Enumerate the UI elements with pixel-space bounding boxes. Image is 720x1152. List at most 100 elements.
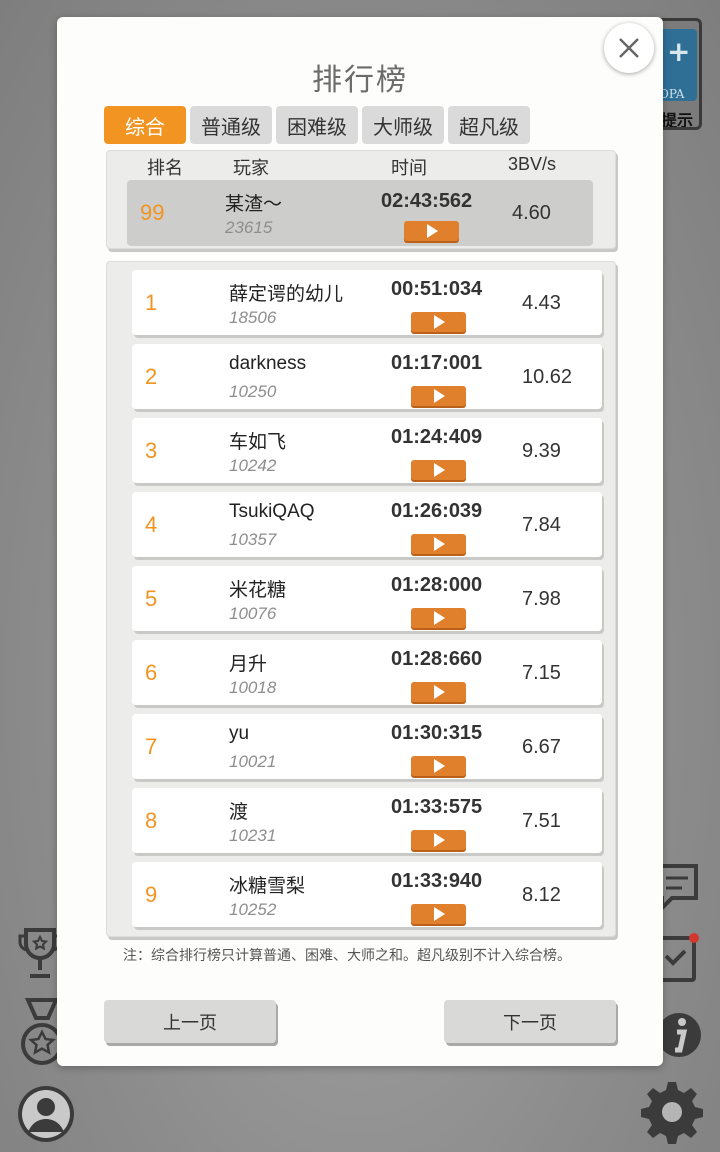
column-time: 时间 (391, 158, 427, 179)
tab-normal[interactable]: 普通级 (190, 106, 272, 144)
tab-hard[interactable]: 困难级 (276, 106, 358, 144)
player-id: 10231 (229, 826, 277, 845)
leaderboard-note: 注：综合排行榜只计算普通、困难、大师之和。超凡级别不计入综合榜。 (123, 948, 571, 964)
play-icon (434, 685, 445, 699)
close-button[interactable] (604, 23, 654, 73)
record-time: 01:33:575 (391, 796, 483, 818)
record-time: 01:26:039 (391, 500, 483, 522)
play-icon (434, 315, 445, 329)
bv-score: 7.15 (522, 662, 561, 684)
record-time: 01:33:940 (391, 870, 483, 892)
gear-icon[interactable] (640, 1080, 704, 1144)
bv-score: 7.84 (522, 514, 561, 536)
prev-page-button[interactable]: 上一页 (104, 1000, 276, 1043)
record-time: 01:17:001 (391, 352, 483, 374)
player-id: 10018 (229, 678, 277, 697)
bv-score: 7.98 (522, 588, 561, 610)
play-icon (434, 463, 445, 477)
play-icon (434, 907, 445, 921)
column-player: 玩家 (233, 158, 269, 179)
rank-number: 7 (145, 734, 158, 759)
list-item[interactable]: 5 米花糖 10076 01:28:000 7.98 (132, 566, 602, 631)
player-name: 车如飞 (229, 432, 287, 453)
list-item[interactable]: 1 薛定谔的幼儿 18506 00:51:034 4.43 (132, 270, 602, 335)
level-tabs: 综合 普通级 困难级 大师级 超凡级 (104, 106, 530, 144)
player-name: TsukiQAQ (229, 501, 315, 522)
replay-button[interactable] (411, 312, 466, 332)
player-id: 18506 (229, 308, 277, 327)
player-id: 10357 (229, 530, 277, 549)
record-time: 01:28:000 (391, 574, 483, 596)
rank-number: 2 (145, 364, 158, 389)
list-item[interactable]: 2 darkness 10250 01:17:001 10.62 (132, 344, 602, 409)
bv-score: 7.51 (522, 810, 561, 832)
player-name: 月升 (229, 654, 268, 675)
player-id: 10242 (229, 456, 277, 475)
hint-card-label: 提示 (661, 111, 694, 130)
player-name: darkness (229, 353, 307, 374)
record-time: 01:30:315 (391, 722, 483, 744)
record-time: 01:28:660 (391, 648, 483, 670)
my-rank: 99 (140, 200, 165, 225)
player-id: 10021 (229, 752, 277, 771)
play-icon (434, 389, 445, 403)
player-id: 10076 (229, 604, 277, 623)
next-page-button[interactable]: 下一页 (444, 1000, 616, 1043)
play-icon (434, 537, 445, 551)
column-rank: 排名 (147, 158, 183, 179)
trophy-icon[interactable] (18, 928, 62, 984)
replay-button[interactable] (411, 534, 466, 554)
bv-score: 9.39 (522, 440, 561, 462)
bv-score: 6.67 (522, 736, 561, 758)
bv-score: 4.43 (522, 292, 561, 314)
bv-score: 8.12 (522, 884, 561, 906)
tab-extraordinary[interactable]: 超凡级 (448, 106, 530, 144)
tab-master[interactable]: 大师级 (362, 106, 444, 144)
plus-icon: + (667, 35, 691, 68)
rank-number: 8 (145, 808, 158, 833)
record-time: 00:51:034 (391, 278, 483, 300)
list-item[interactable]: 3 车如飞 10242 01:24:409 9.39 (132, 418, 602, 483)
rank-number: 1 (145, 290, 158, 315)
play-icon (434, 833, 445, 847)
play-icon (434, 759, 445, 773)
play-icon (427, 224, 438, 238)
replay-button[interactable] (411, 386, 466, 406)
my-rank-row: 99 某渣～ 23615 02:43:562 4.60 (127, 180, 593, 246)
my-player-id: 23615 (225, 218, 273, 237)
rank-number: 6 (145, 660, 158, 685)
replay-button[interactable] (411, 608, 466, 628)
player-name: 米花糖 (229, 580, 287, 601)
rank-number: 5 (145, 586, 158, 611)
replay-button[interactable] (411, 904, 466, 924)
my-replay-button[interactable] (404, 221, 459, 241)
replay-button[interactable] (411, 756, 466, 776)
player-name: yu (229, 723, 250, 744)
replay-button[interactable] (411, 830, 466, 850)
replay-button[interactable] (411, 460, 466, 480)
list-item[interactable]: 4 TsukiQAQ 10357 01:26:039 7.84 (132, 492, 602, 557)
dialog-title: 排行榜 (312, 63, 408, 98)
list-item[interactable]: 8 渡 10231 01:33:575 7.51 (132, 788, 602, 853)
tab-overall[interactable]: 综合 (104, 106, 186, 144)
player-name: 薛定谔的幼儿 (229, 284, 344, 305)
leaderboard-dialog: 排行榜 综合 普通级 困难级 大师级 超凡级 排名 玩家 时间 3BV/s 99… (57, 17, 663, 1066)
rank-number: 3 (145, 438, 158, 463)
record-time: 01:24:409 (391, 426, 483, 448)
list-item[interactable]: 9 冰糖雪梨 10252 01:33:940 8.12 (132, 862, 602, 927)
avatar-icon[interactable] (16, 1084, 76, 1144)
my-player-name: 某渣～ (225, 194, 283, 215)
close-icon (619, 38, 639, 58)
ranking-list[interactable]: 1 薛定谔的幼儿 18506 00:51:034 4.43 2 darkness… (106, 261, 616, 937)
player-name: 冰糖雪梨 (229, 876, 306, 897)
player-id: 10252 (229, 900, 277, 919)
rank-number: 9 (145, 882, 158, 907)
my-score: 4.60 (512, 202, 551, 224)
list-item[interactable]: 7 yu 10021 01:30:315 6.67 (132, 714, 602, 779)
list-item[interactable]: 6 月升 10018 01:28:660 7.15 (132, 640, 602, 705)
play-icon (434, 611, 445, 625)
my-rank-panel: 排名 玩家 时间 3BV/s 99 某渣～ 23615 02:43:562 4.… (106, 150, 616, 249)
column-score: 3BV/s (508, 154, 557, 174)
bv-score: 10.62 (522, 366, 573, 388)
replay-button[interactable] (411, 682, 466, 702)
